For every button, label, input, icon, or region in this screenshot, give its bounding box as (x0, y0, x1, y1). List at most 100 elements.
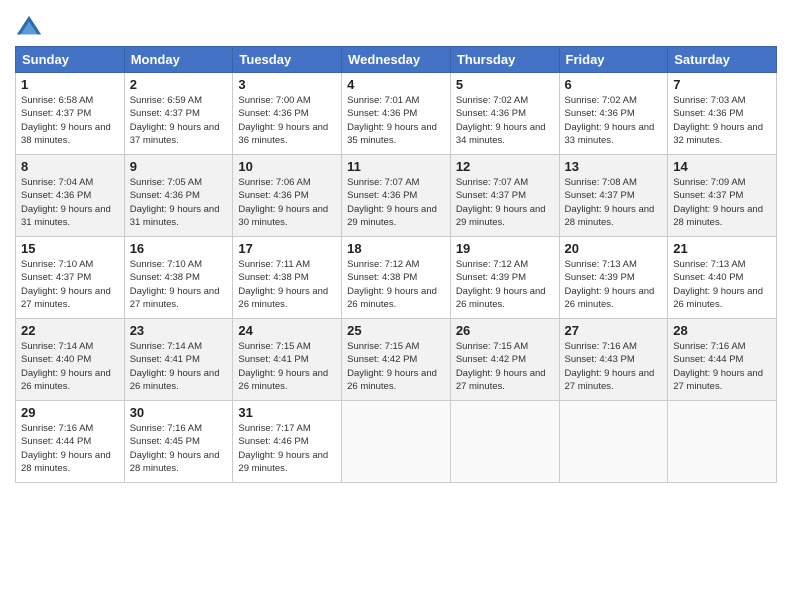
day-number: 1 (21, 77, 119, 92)
day-number: 8 (21, 159, 119, 174)
day-info: Sunrise: 7:13 AM Sunset: 4:39 PM Dayligh… (565, 258, 663, 311)
calendar-cell: 15 Sunrise: 7:10 AM Sunset: 4:37 PM Dayl… (16, 237, 125, 319)
calendar-header-tuesday: Tuesday (233, 47, 342, 73)
calendar-cell (559, 401, 668, 483)
day-info: Sunrise: 7:02 AM Sunset: 4:36 PM Dayligh… (565, 94, 663, 147)
day-number: 24 (238, 323, 336, 338)
day-number: 26 (456, 323, 554, 338)
calendar-cell: 31 Sunrise: 7:17 AM Sunset: 4:46 PM Dayl… (233, 401, 342, 483)
day-number: 6 (565, 77, 663, 92)
day-info: Sunrise: 7:15 AM Sunset: 4:41 PM Dayligh… (238, 340, 336, 393)
day-number: 28 (673, 323, 771, 338)
day-number: 10 (238, 159, 336, 174)
day-info: Sunrise: 7:13 AM Sunset: 4:40 PM Dayligh… (673, 258, 771, 311)
day-info: Sunrise: 7:14 AM Sunset: 4:40 PM Dayligh… (21, 340, 119, 393)
calendar-cell: 6 Sunrise: 7:02 AM Sunset: 4:36 PM Dayli… (559, 73, 668, 155)
day-info: Sunrise: 7:10 AM Sunset: 4:37 PM Dayligh… (21, 258, 119, 311)
day-info: Sunrise: 7:05 AM Sunset: 4:36 PM Dayligh… (130, 176, 228, 229)
day-info: Sunrise: 7:16 AM Sunset: 4:44 PM Dayligh… (673, 340, 771, 393)
calendar-cell: 10 Sunrise: 7:06 AM Sunset: 4:36 PM Dayl… (233, 155, 342, 237)
day-number: 22 (21, 323, 119, 338)
calendar-header-monday: Monday (124, 47, 233, 73)
day-info: Sunrise: 7:01 AM Sunset: 4:36 PM Dayligh… (347, 94, 445, 147)
day-info: Sunrise: 7:03 AM Sunset: 4:36 PM Dayligh… (673, 94, 771, 147)
day-info: Sunrise: 7:08 AM Sunset: 4:37 PM Dayligh… (565, 176, 663, 229)
calendar-cell: 20 Sunrise: 7:13 AM Sunset: 4:39 PM Dayl… (559, 237, 668, 319)
day-info: Sunrise: 7:17 AM Sunset: 4:46 PM Dayligh… (238, 422, 336, 475)
day-number: 13 (565, 159, 663, 174)
day-number: 12 (456, 159, 554, 174)
day-number: 7 (673, 77, 771, 92)
calendar-cell: 16 Sunrise: 7:10 AM Sunset: 4:38 PM Dayl… (124, 237, 233, 319)
header (15, 10, 777, 42)
calendar-cell: 8 Sunrise: 7:04 AM Sunset: 4:36 PM Dayli… (16, 155, 125, 237)
day-number: 4 (347, 77, 445, 92)
calendar: SundayMondayTuesdayWednesdayThursdayFrid… (15, 46, 777, 483)
day-number: 20 (565, 241, 663, 256)
calendar-cell: 4 Sunrise: 7:01 AM Sunset: 4:36 PM Dayli… (342, 73, 451, 155)
logo (15, 14, 45, 42)
day-number: 3 (238, 77, 336, 92)
day-info: Sunrise: 6:58 AM Sunset: 4:37 PM Dayligh… (21, 94, 119, 147)
calendar-cell: 11 Sunrise: 7:07 AM Sunset: 4:36 PM Dayl… (342, 155, 451, 237)
calendar-cell: 21 Sunrise: 7:13 AM Sunset: 4:40 PM Dayl… (668, 237, 777, 319)
day-number: 29 (21, 405, 119, 420)
day-info: Sunrise: 7:15 AM Sunset: 4:42 PM Dayligh… (456, 340, 554, 393)
page-container: SundayMondayTuesdayWednesdayThursdayFrid… (0, 0, 792, 488)
day-info: Sunrise: 7:10 AM Sunset: 4:38 PM Dayligh… (130, 258, 228, 311)
day-number: 18 (347, 241, 445, 256)
calendar-week-row: 8 Sunrise: 7:04 AM Sunset: 4:36 PM Dayli… (16, 155, 777, 237)
day-info: Sunrise: 7:09 AM Sunset: 4:37 PM Dayligh… (673, 176, 771, 229)
day-number: 31 (238, 405, 336, 420)
day-info: Sunrise: 7:15 AM Sunset: 4:42 PM Dayligh… (347, 340, 445, 393)
calendar-cell (342, 401, 451, 483)
calendar-cell: 25 Sunrise: 7:15 AM Sunset: 4:42 PM Dayl… (342, 319, 451, 401)
day-info: Sunrise: 7:11 AM Sunset: 4:38 PM Dayligh… (238, 258, 336, 311)
calendar-week-row: 29 Sunrise: 7:16 AM Sunset: 4:44 PM Dayl… (16, 401, 777, 483)
calendar-cell: 19 Sunrise: 7:12 AM Sunset: 4:39 PM Dayl… (450, 237, 559, 319)
day-info: Sunrise: 7:16 AM Sunset: 4:45 PM Dayligh… (130, 422, 228, 475)
day-number: 21 (673, 241, 771, 256)
day-info: Sunrise: 7:04 AM Sunset: 4:36 PM Dayligh… (21, 176, 119, 229)
calendar-cell: 18 Sunrise: 7:12 AM Sunset: 4:38 PM Dayl… (342, 237, 451, 319)
day-number: 14 (673, 159, 771, 174)
calendar-cell: 30 Sunrise: 7:16 AM Sunset: 4:45 PM Dayl… (124, 401, 233, 483)
calendar-header-sunday: Sunday (16, 47, 125, 73)
calendar-cell: 3 Sunrise: 7:00 AM Sunset: 4:36 PM Dayli… (233, 73, 342, 155)
calendar-header-thursday: Thursday (450, 47, 559, 73)
day-number: 17 (238, 241, 336, 256)
calendar-cell: 2 Sunrise: 6:59 AM Sunset: 4:37 PM Dayli… (124, 73, 233, 155)
calendar-week-row: 22 Sunrise: 7:14 AM Sunset: 4:40 PM Dayl… (16, 319, 777, 401)
calendar-header-row: SundayMondayTuesdayWednesdayThursdayFrid… (16, 47, 777, 73)
day-info: Sunrise: 7:12 AM Sunset: 4:38 PM Dayligh… (347, 258, 445, 311)
logo-icon (15, 14, 43, 42)
day-number: 27 (565, 323, 663, 338)
day-info: Sunrise: 7:00 AM Sunset: 4:36 PM Dayligh… (238, 94, 336, 147)
calendar-cell: 1 Sunrise: 6:58 AM Sunset: 4:37 PM Dayli… (16, 73, 125, 155)
calendar-cell: 27 Sunrise: 7:16 AM Sunset: 4:43 PM Dayl… (559, 319, 668, 401)
day-number: 11 (347, 159, 445, 174)
calendar-cell (668, 401, 777, 483)
day-number: 16 (130, 241, 228, 256)
day-number: 19 (456, 241, 554, 256)
day-number: 23 (130, 323, 228, 338)
day-number: 5 (456, 77, 554, 92)
day-info: Sunrise: 6:59 AM Sunset: 4:37 PM Dayligh… (130, 94, 228, 147)
calendar-cell: 9 Sunrise: 7:05 AM Sunset: 4:36 PM Dayli… (124, 155, 233, 237)
day-number: 9 (130, 159, 228, 174)
calendar-cell: 17 Sunrise: 7:11 AM Sunset: 4:38 PM Dayl… (233, 237, 342, 319)
calendar-week-row: 1 Sunrise: 6:58 AM Sunset: 4:37 PM Dayli… (16, 73, 777, 155)
calendar-header-saturday: Saturday (668, 47, 777, 73)
day-number: 25 (347, 323, 445, 338)
calendar-cell: 14 Sunrise: 7:09 AM Sunset: 4:37 PM Dayl… (668, 155, 777, 237)
calendar-cell: 29 Sunrise: 7:16 AM Sunset: 4:44 PM Dayl… (16, 401, 125, 483)
calendar-header-wednesday: Wednesday (342, 47, 451, 73)
day-number: 2 (130, 77, 228, 92)
calendar-cell: 12 Sunrise: 7:07 AM Sunset: 4:37 PM Dayl… (450, 155, 559, 237)
day-info: Sunrise: 7:16 AM Sunset: 4:43 PM Dayligh… (565, 340, 663, 393)
calendar-cell: 26 Sunrise: 7:15 AM Sunset: 4:42 PM Dayl… (450, 319, 559, 401)
calendar-cell: 13 Sunrise: 7:08 AM Sunset: 4:37 PM Dayl… (559, 155, 668, 237)
day-info: Sunrise: 7:14 AM Sunset: 4:41 PM Dayligh… (130, 340, 228, 393)
calendar-cell: 5 Sunrise: 7:02 AM Sunset: 4:36 PM Dayli… (450, 73, 559, 155)
calendar-cell: 7 Sunrise: 7:03 AM Sunset: 4:36 PM Dayli… (668, 73, 777, 155)
